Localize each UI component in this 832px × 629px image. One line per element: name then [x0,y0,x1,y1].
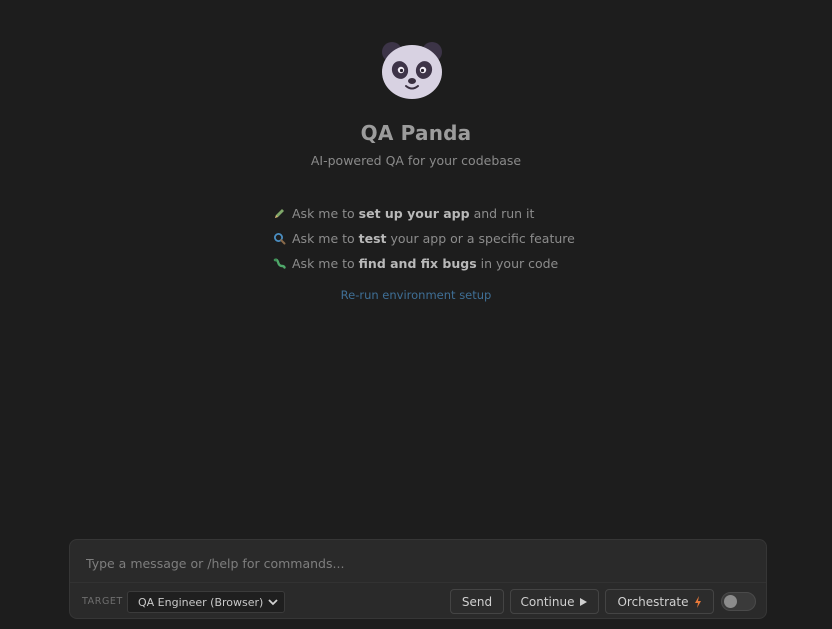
send-button[interactable]: Send [450,589,504,614]
tip-test: Ask me to test your app or a specific fe… [272,226,575,251]
orchestrate-button-label: Orchestrate [617,594,689,609]
tip-bugs-prefix: Ask me to [292,256,355,271]
app-title: QA Panda [360,121,472,145]
target-select[interactable]: QA Engineer (Browser) [127,591,285,613]
magnifier-icon [272,232,286,246]
continue-button[interactable]: Continue [510,589,599,614]
toggle-knob [724,595,737,608]
tip-setup: Ask me to set up your app and run it [272,201,575,226]
pencil-icon [272,207,286,221]
play-icon [579,597,588,607]
tip-bugs: Ask me to find and fix bugs in your code [272,251,575,276]
chevron-down-icon [268,596,278,609]
send-button-label: Send [461,594,493,609]
continue-button-label: Continue [520,594,575,609]
message-composer: TARGET QA Engineer (Browser) Send Contin… [69,539,767,619]
app-subtitle: AI-powered QA for your codebase [310,153,522,168]
orchestrate-button[interactable]: Orchestrate [605,589,714,614]
tip-setup-suffix: and run it [473,206,535,221]
composer-divider [70,582,766,583]
tip-bugs-suffix: in your code [480,256,559,271]
target-select-value: QA Engineer (Browser) [138,595,264,609]
tip-setup-bold: set up your app [358,206,470,221]
tips-list: Ask me to set up your app and run it Ask… [272,201,575,276]
bug-icon [272,257,286,271]
tip-test-suffix: your app or a specific feature [390,231,575,246]
message-input[interactable] [84,550,748,576]
tip-test-bold: test [358,231,387,246]
tip-setup-prefix: Ask me to [292,206,355,221]
target-label: TARGET [82,596,123,607]
lightning-icon [694,595,702,608]
rerun-setup-link[interactable]: Re-run environment setup [0,288,832,302]
panda-logo-icon [382,42,442,99]
tip-test-prefix: Ask me to [292,231,355,246]
tip-bugs-bold: find and fix bugs [358,256,477,271]
mode-toggle[interactable] [721,592,756,611]
